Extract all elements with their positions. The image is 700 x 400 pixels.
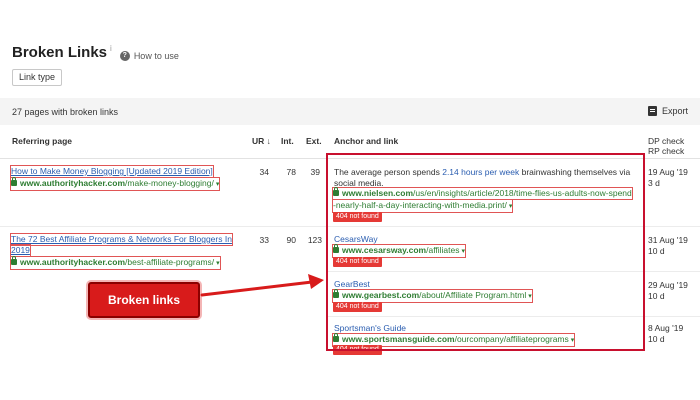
link3-rp-age: 10 d (648, 334, 665, 344)
row1-rp-age: 3 d (648, 178, 660, 188)
col-ur-label: UR (252, 136, 265, 146)
broken-links-callout: Broken links (88, 282, 200, 318)
broken-links-report: Broken Links i ? How to use Link type 27… (0, 0, 700, 400)
row2-referring-url[interactable]: www.authorityhacker.com/best-affiliate-p… (10, 256, 221, 270)
chevron-down-icon[interactable]: ▾ (216, 260, 220, 267)
row1-referring-url[interactable]: www.authorityhacker.com/make-money-blogg… (9, 177, 221, 191)
col-dp-check: DP check (648, 136, 685, 146)
question-icon: ? (119, 50, 130, 61)
sort-desc-icon: ↓ (266, 136, 271, 146)
row1-referring-path: /make-money-blogging/ (125, 178, 214, 188)
lock-icon (11, 177, 17, 186)
callout-arrow-icon (200, 274, 324, 297)
export-button[interactable]: Export (647, 106, 688, 116)
title-info-marker: i (110, 44, 112, 53)
link1-rp-age: 10 d (648, 246, 665, 256)
row1-ext: 39 (310, 167, 320, 177)
link3-dp-date: 8 Aug '19 (648, 323, 684, 333)
page-title: Broken Links (12, 44, 108, 61)
link1-dp-date: 31 Aug '19 (648, 235, 688, 245)
col-dp-rp-check[interactable]: DP check RP check (648, 136, 684, 156)
col-int[interactable]: Int. (281, 136, 294, 146)
summary-bar: 27 pages with broken links Export (0, 98, 700, 125)
row2-int: 90 (286, 235, 296, 245)
row2-referring-domain: www.authorityhacker.com (20, 257, 126, 267)
row1-referring-title[interactable]: How to Make Money Blogging [Updated 2019… (10, 165, 214, 178)
row2-referring-path: /best-affiliate-programs/ (125, 257, 215, 267)
col-rp-check: RP check (648, 146, 685, 156)
chevron-down-icon[interactable]: ▾ (216, 181, 220, 188)
title-row: Broken Links i ? How to use (12, 44, 179, 61)
how-to-use-label: How to use (133, 50, 179, 61)
col-ext[interactable]: Ext. (306, 136, 322, 146)
col-anchor-link[interactable]: Anchor and link (334, 136, 398, 146)
link2-rp-age: 10 d (648, 291, 665, 301)
export-icon (647, 106, 657, 116)
row1-dp-date: 19 Aug '19 (648, 167, 688, 177)
row2-ext: 123 (307, 235, 322, 245)
row1-int: 78 (286, 167, 296, 177)
broken-links-highlight-box (326, 153, 645, 351)
row1-referring-domain: www.authorityhacker.com (20, 178, 126, 188)
link-type-dropdown[interactable]: Link type (12, 69, 63, 86)
row2-referring-title-line2[interactable]: 2019 (10, 244, 31, 257)
how-to-use-link[interactable]: ? How to use (119, 50, 179, 61)
pages-count-text: 27 pages with broken links (12, 107, 119, 117)
export-label: Export (661, 106, 688, 116)
row2-referring-title-line1[interactable]: The 72 Best Affiliate Programs & Network… (10, 233, 233, 246)
col-ur[interactable]: UR ↓ (252, 136, 271, 146)
lock-icon (11, 256, 17, 265)
row2-ur: 33 (259, 235, 269, 245)
col-referring-page[interactable]: Referring page (12, 136, 72, 146)
link2-dp-date: 29 Aug '19 (648, 280, 688, 290)
row1-ur: 34 (259, 167, 269, 177)
